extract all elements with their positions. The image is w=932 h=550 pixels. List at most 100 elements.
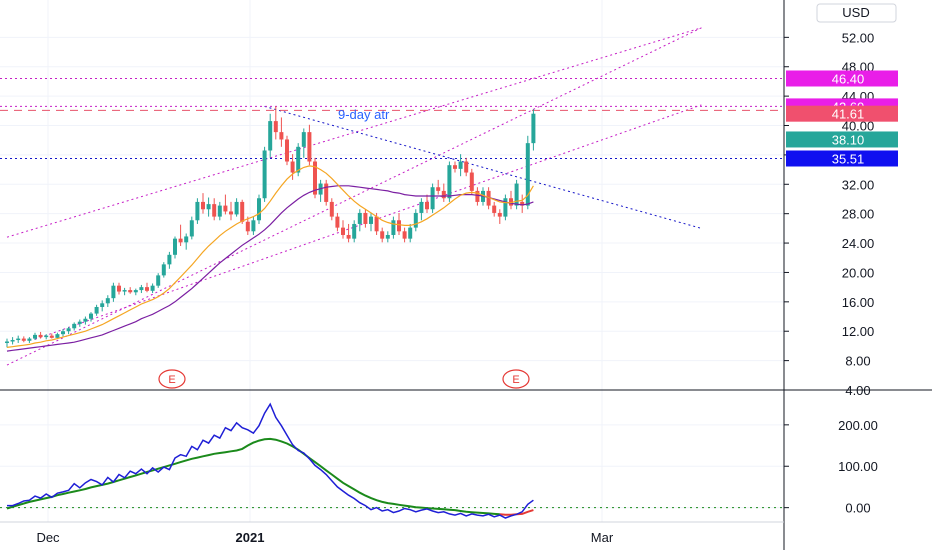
candle [313,157,317,199]
candle-body [201,201,205,210]
candle-body [229,211,233,215]
candle [324,179,329,206]
candle-body [374,216,379,232]
price-tag: 38.10 [786,131,898,148]
currency-label-box[interactable]: USD [816,3,897,23]
candle-body [262,150,267,199]
candle-body [380,231,385,239]
candle-body [77,321,82,324]
candle-body [122,290,127,292]
candle-body [441,190,446,199]
candle-body [430,187,435,210]
candle-body [469,172,474,191]
candle [525,135,530,210]
price-tag: 35.51 [786,150,898,167]
candle-body [464,161,469,173]
candle-body [357,212,362,224]
candle-body [212,204,217,217]
candle-body [61,331,65,335]
candle-body [27,338,32,341]
candle-body [156,275,161,286]
candle-body [66,328,71,332]
earnings-badge-label: E [168,374,175,386]
candle-body [408,227,413,239]
osc-tick-label: 100.00 [838,459,878,474]
candle-body [458,161,463,169]
candle-body [55,334,60,338]
earnings-badge-label: E [512,374,519,386]
candle [262,146,267,202]
candle-body [5,341,9,343]
candle-body [111,285,116,299]
candle-body [223,205,228,212]
candle-body [117,285,121,292]
candle-body [145,287,149,291]
candle-body [397,220,401,232]
candle-body [195,201,200,221]
candle [285,135,289,166]
candle [161,262,166,278]
candle-body [273,121,278,133]
candle-body [139,287,144,291]
price-tag-label: 46.40 [832,71,865,86]
candle-body [173,238,177,255]
candle-body [341,227,345,235]
price-tick-label: 8.00 [845,354,870,369]
candle-body [16,338,21,341]
candle [430,183,435,213]
candle-body [133,290,138,293]
chart-root: 52.0048.0044.0040.0036.0032.0028.0024.00… [0,0,932,550]
candle-body [413,212,418,228]
candle-body [167,254,172,265]
candle-body [10,340,15,342]
earnings-marker-1[interactable]: E [158,369,186,389]
candle-body [128,290,133,293]
candle [195,198,200,224]
candle-body [447,165,452,199]
price-tick-label: 52.00 [842,30,875,45]
price-tag: 41.61 [786,105,898,122]
candle-body [105,298,110,304]
candle-body [251,220,256,232]
price-tags: 46.4042.6041.6138.1035.51 [786,70,898,167]
price-tag: 46.40 [786,70,898,87]
candle-body [44,335,49,338]
candle-body [352,223,357,239]
candle-body [363,212,368,224]
candle-body [72,323,77,329]
price-tick-label: 4.00 [845,383,870,398]
candle-body [285,139,289,162]
candle-body [178,238,183,243]
price-tick-label: 28.00 [842,207,875,222]
candle-body [189,220,194,237]
candle-body [324,183,329,202]
candle-body [257,198,261,221]
price-tag-label: 38.10 [832,132,865,147]
price-tag-label: 35.51 [832,151,865,166]
atr-annotation[interactable]: 9-day atr [338,107,390,122]
candle-body [33,334,37,339]
currency-label: USD [842,5,869,20]
candle-body [21,338,26,341]
candle-body [492,205,497,213]
candle-body [161,264,166,276]
candle-body [245,221,250,232]
candle-body [296,146,301,173]
price-tick-label: 12.00 [842,324,875,339]
candle-body [307,132,312,162]
date-label: Dec [36,530,60,545]
candle-body [453,165,457,169]
price-tick-label: 20.00 [842,265,875,280]
price-tick-label: 24.00 [842,236,875,251]
earnings-marker-2[interactable]: E [502,369,530,389]
candle-body [49,335,54,338]
candle-body [268,121,273,151]
candle-body [217,205,222,217]
candle-body [346,234,351,239]
candle-body [38,334,43,338]
price-tick-label: 32.00 [842,177,875,192]
candle [503,194,508,221]
candle [469,168,474,195]
candle [257,194,261,224]
candle-body [290,161,295,173]
